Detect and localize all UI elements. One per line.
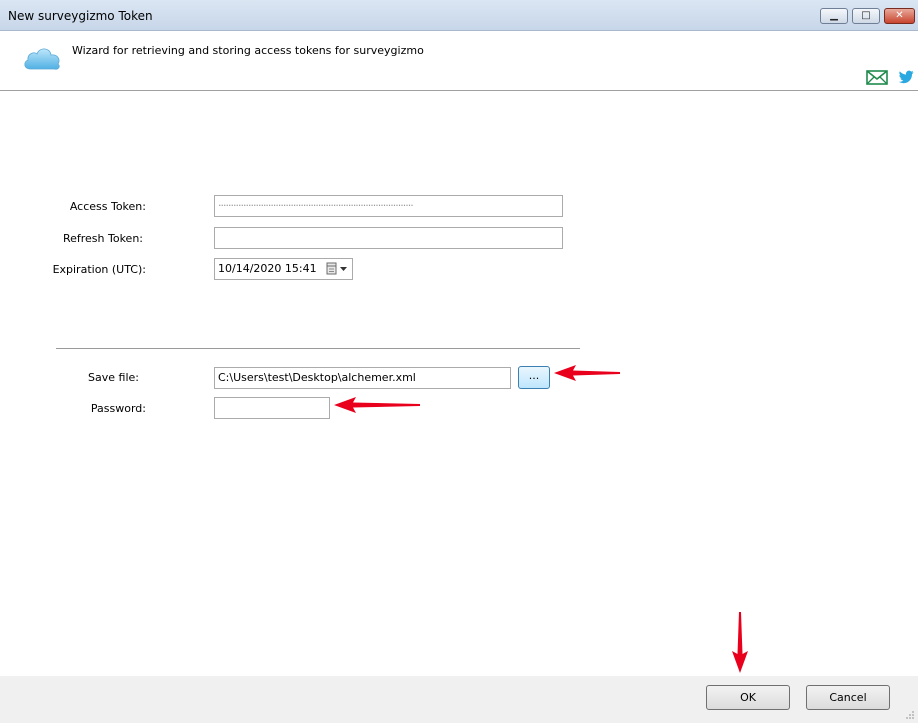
save-file-label: Save file:: [88, 371, 139, 384]
calendar-dropdown-icon[interactable]: [322, 259, 352, 279]
refresh-token-field[interactable]: [214, 227, 563, 249]
cancel-button[interactable]: Cancel: [806, 685, 890, 710]
password-field[interactable]: [214, 397, 330, 419]
annotation-arrow-browse: [554, 365, 620, 381]
expiration-datepicker[interactable]: 10/14/2020 15:41: [214, 258, 353, 280]
annotation-arrow-ok: [732, 612, 748, 673]
ok-button[interactable]: OK: [706, 685, 790, 710]
minimize-button[interactable]: ▁: [820, 8, 848, 24]
refresh-token-label: Refresh Token:: [62, 232, 143, 245]
close-icon: ✕: [895, 10, 904, 21]
access-token-field[interactable]: ········································…: [214, 195, 563, 217]
section-separator: [56, 348, 580, 349]
expiration-value: 10/14/2020 15:41: [218, 262, 317, 275]
resize-grip-icon[interactable]: [905, 710, 915, 720]
maximize-icon: □: [861, 10, 871, 21]
password-label: Password:: [90, 402, 146, 415]
minimize-icon: ▁: [830, 10, 838, 21]
wizard-description: Wizard for retrieving and storing access…: [72, 44, 424, 57]
cloud-icon: [24, 48, 60, 70]
maximize-button[interactable]: □: [852, 8, 880, 24]
window-title: New surveygizmo Token: [8, 9, 153, 23]
twitter-icon[interactable]: [898, 70, 914, 84]
browse-button[interactable]: ...: [518, 366, 550, 389]
access-token-label: Access Token:: [69, 200, 146, 213]
save-file-field[interactable]: C:\Users\test\Desktop\alchemer.xml: [214, 367, 511, 389]
title-bar: New surveygizmo Token ▁ □ ✕: [0, 0, 918, 31]
email-icon[interactable]: [866, 70, 888, 85]
annotation-arrow-password: [334, 397, 420, 413]
header-separator: [0, 90, 918, 91]
expiration-label: Expiration (UTC):: [52, 263, 146, 276]
close-button[interactable]: ✕: [884, 8, 915, 24]
